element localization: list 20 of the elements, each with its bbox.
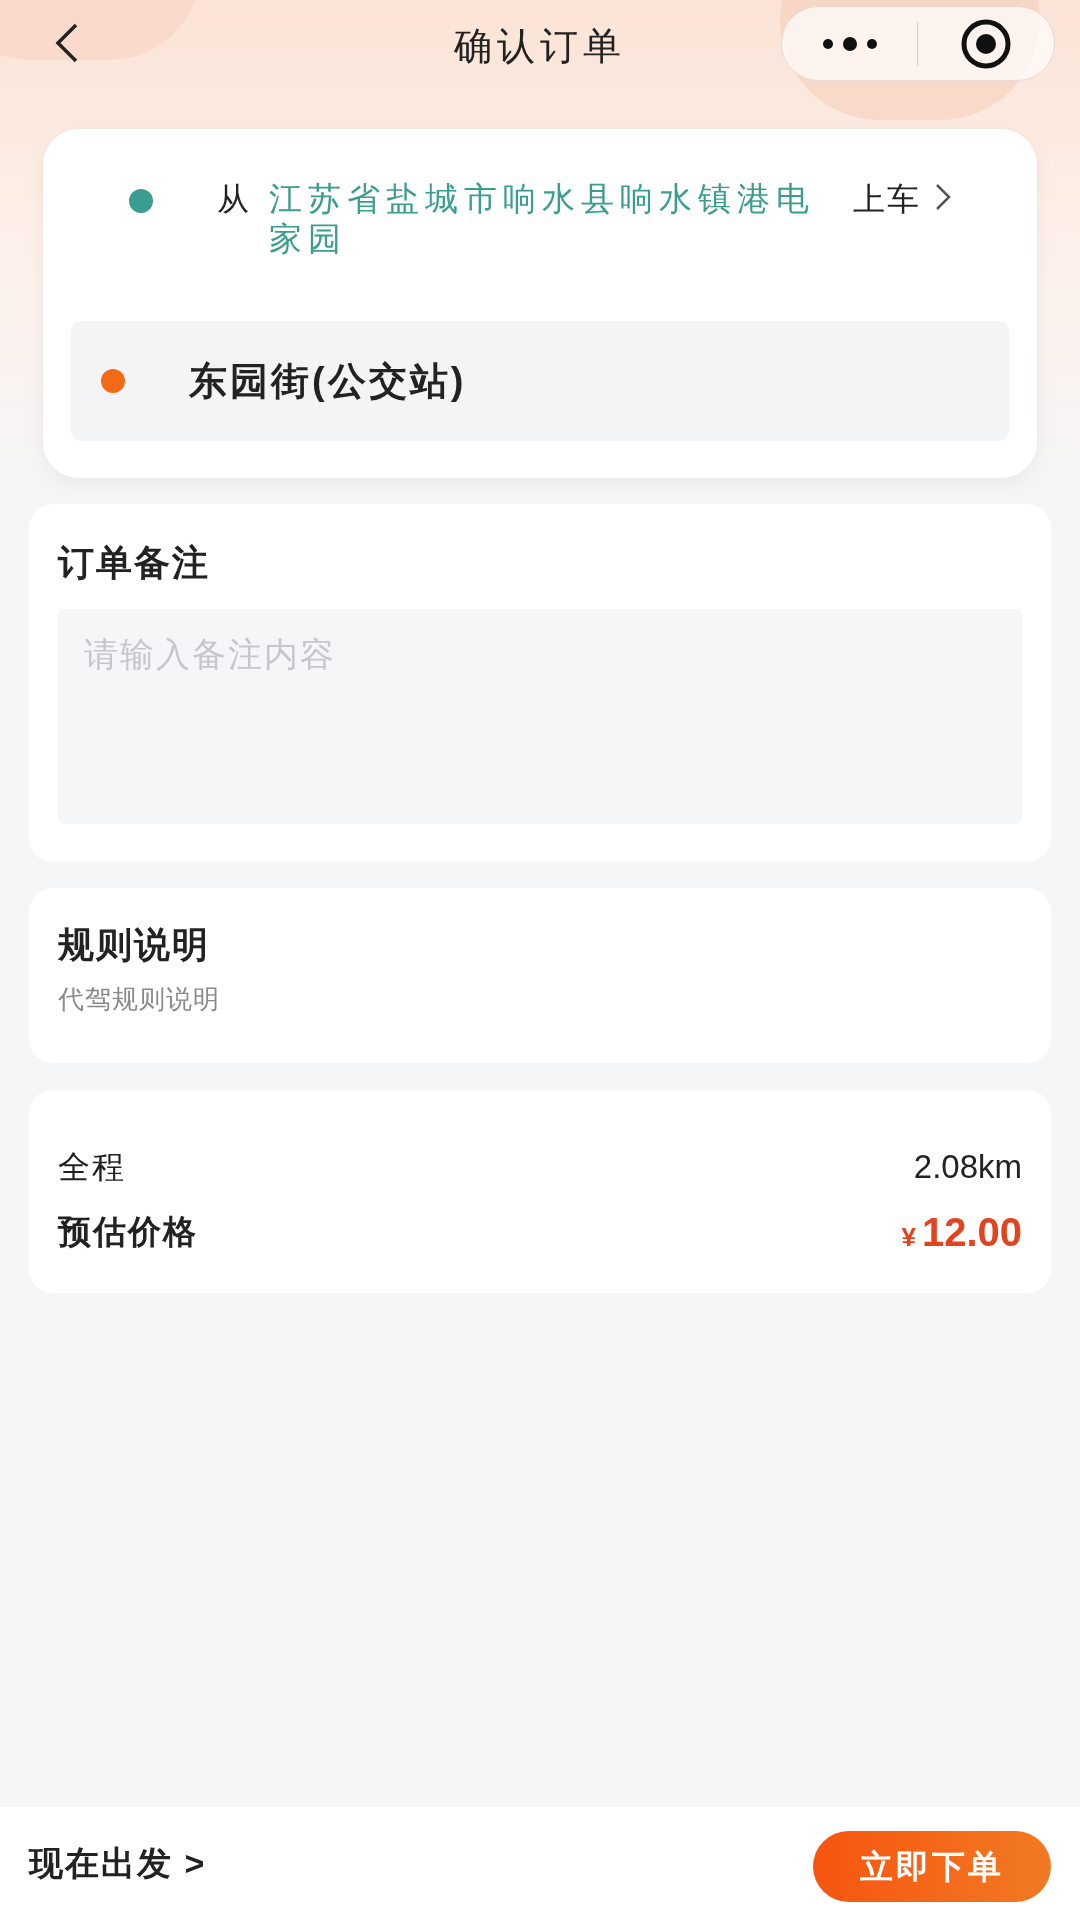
chevron-icon — [935, 183, 951, 211]
page-title: 确认订单 — [453, 24, 627, 69]
distance-label: 全程 — [58, 1148, 126, 1187]
board-label: 上车 — [853, 180, 921, 219]
depart-time-link[interactable]: 现在出发 > — [29, 1838, 207, 1889]
section-title: 规则说明 — [58, 923, 211, 967]
from-label: 从 — [217, 180, 249, 219]
distance-value: 2.08km — [913, 1147, 1022, 1188]
price-label: 预估价格 — [58, 1212, 198, 1253]
section-title: 订单备注 — [58, 541, 211, 585]
price-value: 12.00 — [921, 1209, 1022, 1256]
rules-text: 代驾规则说明 — [58, 983, 221, 1016]
destination-text: 东园街(公交站) — [189, 358, 467, 404]
pickup-row[interactable]: 从 江苏省盐城市响水县响水镇港电家园 上车 — [71, 179, 1009, 321]
close-icon — [960, 17, 1012, 70]
pickup-address: 江苏省盐城市响水县响水镇港电家园 — [269, 179, 816, 259]
destination-field[interactable]: 东园街(公交站) — [71, 321, 1009, 441]
currency-symbol: ¥ — [901, 1221, 916, 1254]
more-icon — [821, 36, 878, 51]
back-icon — [54, 22, 80, 64]
